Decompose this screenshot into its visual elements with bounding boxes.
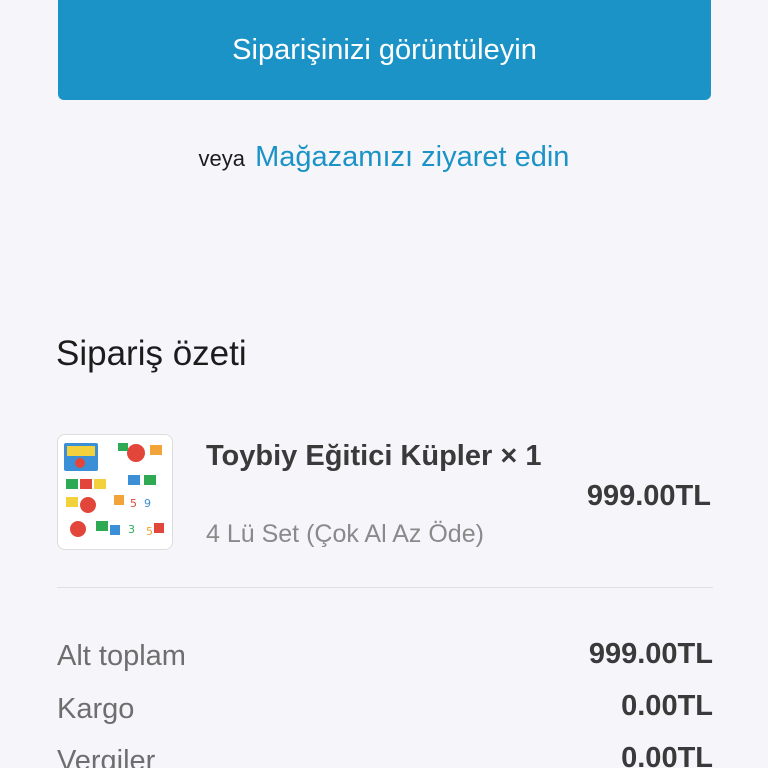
- continue-shopping-line: veya Mağazamızı ziyaret edin: [0, 136, 768, 180]
- product-price: 999.00TL: [586, 480, 711, 512]
- svg-text:5: 5: [146, 525, 153, 538]
- summary-divider: [57, 587, 713, 588]
- or-text: veya: [198, 146, 246, 171]
- svg-text:5: 5: [130, 497, 137, 510]
- svg-text:3: 3: [128, 523, 135, 536]
- product-thumbnail: 5 9 3 5: [57, 434, 173, 550]
- shipping-label: Kargo: [57, 693, 135, 725]
- product-name: Toybiy Eğitici Küpler × 1: [206, 440, 542, 472]
- product-image: 5 9 3 5: [58, 435, 172, 549]
- taxes-label: Vergiler: [57, 745, 156, 768]
- order-summary-title: Sipariş özeti: [56, 334, 247, 373]
- svg-text:9: 9: [144, 497, 151, 510]
- subtotal-value: 999.00TL: [588, 638, 713, 670]
- taxes-value: 0.00TL: [621, 742, 713, 768]
- subtotal-label: Alt toplam: [57, 640, 186, 672]
- view-order-button[interactable]: Siparişinizi görüntüleyin: [58, 0, 711, 100]
- order-confirmation-page: Siparişinizi görüntüleyin veya Mağazamız…: [0, 0, 768, 768]
- product-variant: 4 Lü Set (Çok Al Az Öde): [206, 520, 484, 548]
- shipping-value: 0.00TL: [621, 690, 713, 722]
- visit-store-link[interactable]: Mağazamızı ziyaret edin: [255, 141, 569, 173]
